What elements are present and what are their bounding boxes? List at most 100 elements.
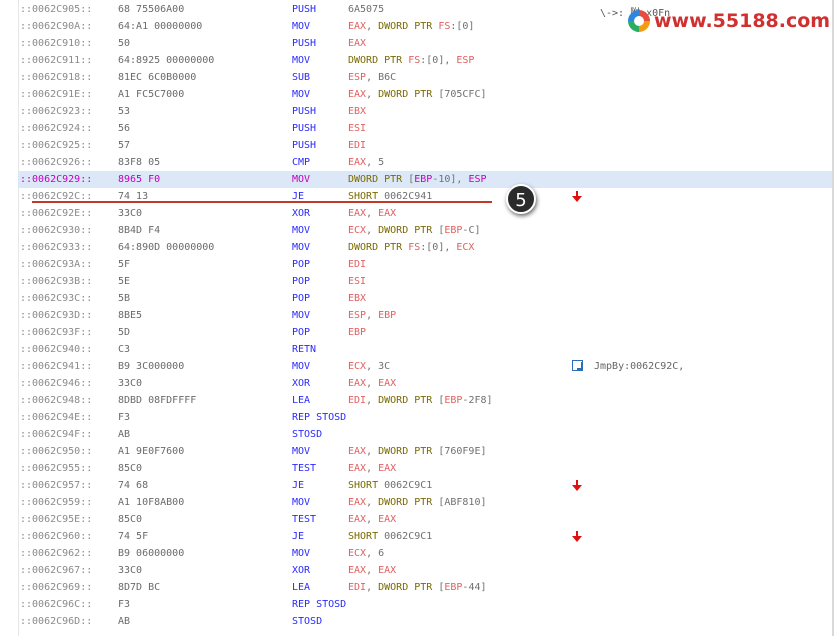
operand-token: SHORT (348, 531, 385, 542)
operand-token: ESP (348, 72, 367, 83)
row-opcode-bytes: 33C0 (118, 208, 143, 219)
row-opcode-bytes: 85C0 (118, 463, 143, 474)
code-row[interactable]: ::0062C955:: 85C0 TEST EAX, EAX (18, 460, 834, 477)
code-row[interactable]: ::0062C969:: 8D7D BC LEA EDI, DWORD PTR [EB… (18, 579, 834, 596)
operand-token: , (366, 21, 379, 32)
code-row[interactable]: ::0062C923:: 53 PUSH EBX (18, 103, 834, 120)
watermark: www.55188.com (628, 8, 832, 34)
code-row[interactable]: ::0062C957:: 74 68 JE SHORT 0062C9C1 (18, 477, 834, 494)
operand-token: ESP (348, 310, 367, 321)
row-operands: ESP, EBP (348, 307, 396, 324)
code-row[interactable]: ::0062C933:: 64:890D 00000000 MOV DWORD PTR… (18, 239, 834, 256)
row-mnemonic: XOR (292, 565, 311, 576)
row-opcode-bytes: 8DBD 08FDFFFF (118, 395, 197, 406)
code-row[interactable]: ::0062C93B:: 5E POP ESI (18, 273, 834, 290)
code-row[interactable]: ::0062C926:: 83F8 05 CMP EAX, 5 (18, 154, 834, 171)
code-row[interactable]: ::0062C946:: 33C0 XOR EAX, EAX (18, 375, 834, 392)
row-address: ::0062C960:: (20, 531, 93, 542)
row-mnemonic: PUSH (292, 123, 317, 134)
row-address: ::0062C93B:: (20, 276, 93, 287)
row-comment: JmpBy:0062C92C, (594, 361, 685, 372)
operand-token: , (366, 395, 379, 406)
operand-token: DWORD PTR (378, 497, 439, 508)
row-operands: EBP (348, 324, 366, 341)
row-mnemonic: MOV (292, 55, 311, 66)
code-row[interactable]: ::0062C92E:: 33C0 XOR EAX, EAX (18, 205, 834, 222)
operand-token: ESI (348, 276, 367, 287)
row-operands: ESI (348, 273, 366, 290)
operand-token: , B6C (366, 72, 397, 83)
operand-token: ESI (348, 123, 367, 134)
row-opcode-bytes: A1 9E0F7600 (118, 446, 185, 457)
code-row[interactable]: ::0062C95E:: 85C0 TEST EAX, EAX (18, 511, 834, 528)
left-gutter (0, 0, 19, 636)
row-opcode-bytes: 33C0 (118, 565, 143, 576)
row-operands: EAX, DWORD PTR [705CFC] (348, 86, 487, 103)
code-row[interactable]: ::0062C962:: B9 06000000 MOV ECX, 6 (18, 545, 834, 562)
code-row[interactable]: ::0062C940:: C3 RETN (18, 341, 834, 358)
operand-token: :[0] (450, 21, 475, 32)
code-row[interactable]: ::0062C924:: 56 PUSH ESI (18, 120, 834, 137)
operand-token: DWORD PTR (378, 395, 439, 406)
row-operands: EAX, EAX (348, 375, 396, 392)
code-row[interactable]: ::0062C925:: 57 PUSH EDI (18, 137, 834, 154)
row-opcode-bytes: A1 FC5C7000 (118, 89, 185, 100)
operand-token: EAX (348, 565, 367, 576)
code-row[interactable]: ::0062C94F:: AB STOSD (18, 426, 834, 443)
row-address: ::0062C926:: (20, 157, 93, 168)
operand-token: , 3C (366, 361, 391, 372)
operand-token: EAX (348, 38, 367, 49)
code-row[interactable]: ::0062C93C:: 5B POP EBX (18, 290, 834, 307)
watermark-text: www.55188.com (654, 10, 831, 32)
row-address: ::0062C923:: (20, 106, 93, 117)
row-address: ::0062C910:: (20, 38, 93, 49)
row-operands: EAX, DWORD PTR FS:[0] (348, 18, 474, 35)
code-row[interactable]: ::0062C930:: 8B4D F4 MOV ECX, DWORD PTR [EB… (18, 222, 834, 239)
code-row[interactable]: ::0062C96D:: AB STOSD (18, 613, 834, 630)
operand-token: DWORD PTR (378, 582, 439, 593)
row-mnemonic: PUSH (292, 38, 317, 49)
row-mnemonic: MOV (292, 497, 311, 508)
code-row[interactable]: ::0062C94E:: F3 REP STOSD (18, 409, 834, 426)
disassembly-view[interactable]: ::0062C905:: 68 75506A00 PUSH 6A5075::0062C… (0, 0, 834, 636)
row-opcode-bytes: 5F (118, 259, 131, 270)
operand-token: EDI (348, 259, 367, 270)
operand-token: , (366, 378, 379, 389)
code-row[interactable]: ::0062C941:: B9 3C000000 MOV ECX, 3C JmpBy:0… (18, 358, 834, 375)
row-mnemonic: MOV (292, 174, 311, 185)
row-address: ::0062C96D:: (20, 616, 93, 627)
operand-token: , (366, 310, 379, 321)
operand-token: , 6 (366, 548, 385, 559)
code-row[interactable]: ::0062C918:: 81EC 6C0B0000 SUB ESP, B6C (18, 69, 834, 86)
row-opcode-bytes: 8D7D BC (118, 582, 161, 593)
row-opcode-bytes: 83F8 05 (118, 157, 161, 168)
operand-token: -C] (462, 225, 481, 236)
code-row[interactable]: ::0062C929:: 8965 F0 MOV DWORD PTR [EBP-10]… (18, 171, 834, 188)
jump-down-arrow-icon (572, 191, 582, 202)
code-row[interactable]: ::0062C960:: 74 5F JE SHORT 0062C9C1 (18, 528, 834, 545)
row-opcode-bytes: F3 (118, 599, 131, 610)
code-row[interactable]: ::0062C93D:: 8BE5 MOV ESP, EBP (18, 307, 834, 324)
code-row[interactable]: ::0062C96C:: F3 REP STOSD (18, 596, 834, 613)
code-row[interactable]: ::0062C93F:: 5D POP EBP (18, 324, 834, 341)
operand-token: , 5 (366, 157, 385, 168)
code-row[interactable]: ::0062C93A:: 5F POP EDI (18, 256, 834, 273)
operand-token: -10], (432, 174, 469, 185)
code-row[interactable]: ::0062C911:: 64:8925 00000000 MOV DWORD PTR… (18, 52, 834, 69)
operand-token: 0062C9C1 (384, 480, 433, 491)
code-row[interactable]: ::0062C967:: 33C0 XOR EAX, EAX (18, 562, 834, 579)
code-row[interactable]: ::0062C910:: 50 PUSH EAX (18, 35, 834, 52)
row-operands: ECX, 6 (348, 545, 384, 562)
operand-token: ECX (456, 242, 475, 253)
operand-token: 6A5075 (348, 4, 385, 15)
code-row[interactable]: ::0062C959:: A1 10F8AB00 MOV EAX, DWORD PTR… (18, 494, 834, 511)
row-address: ::0062C94E:: (20, 412, 93, 423)
row-operands: EAX, EAX (348, 511, 396, 528)
vertical-scrollbar[interactable] (832, 0, 834, 636)
row-mnemonic: TEST (292, 463, 317, 474)
row-opcode-bytes: 81EC 6C0B0000 (118, 72, 197, 83)
code-row[interactable]: ::0062C950:: A1 9E0F7600 MOV EAX, DWORD PTR… (18, 443, 834, 460)
code-row[interactable]: ::0062C91E:: A1 FC5C7000 MOV EAX, DWORD PTR… (18, 86, 834, 103)
row-operands: EBX (348, 103, 366, 120)
code-row[interactable]: ::0062C948:: 8DBD 08FDFFFF LEA EDI, DWORD P… (18, 392, 834, 409)
